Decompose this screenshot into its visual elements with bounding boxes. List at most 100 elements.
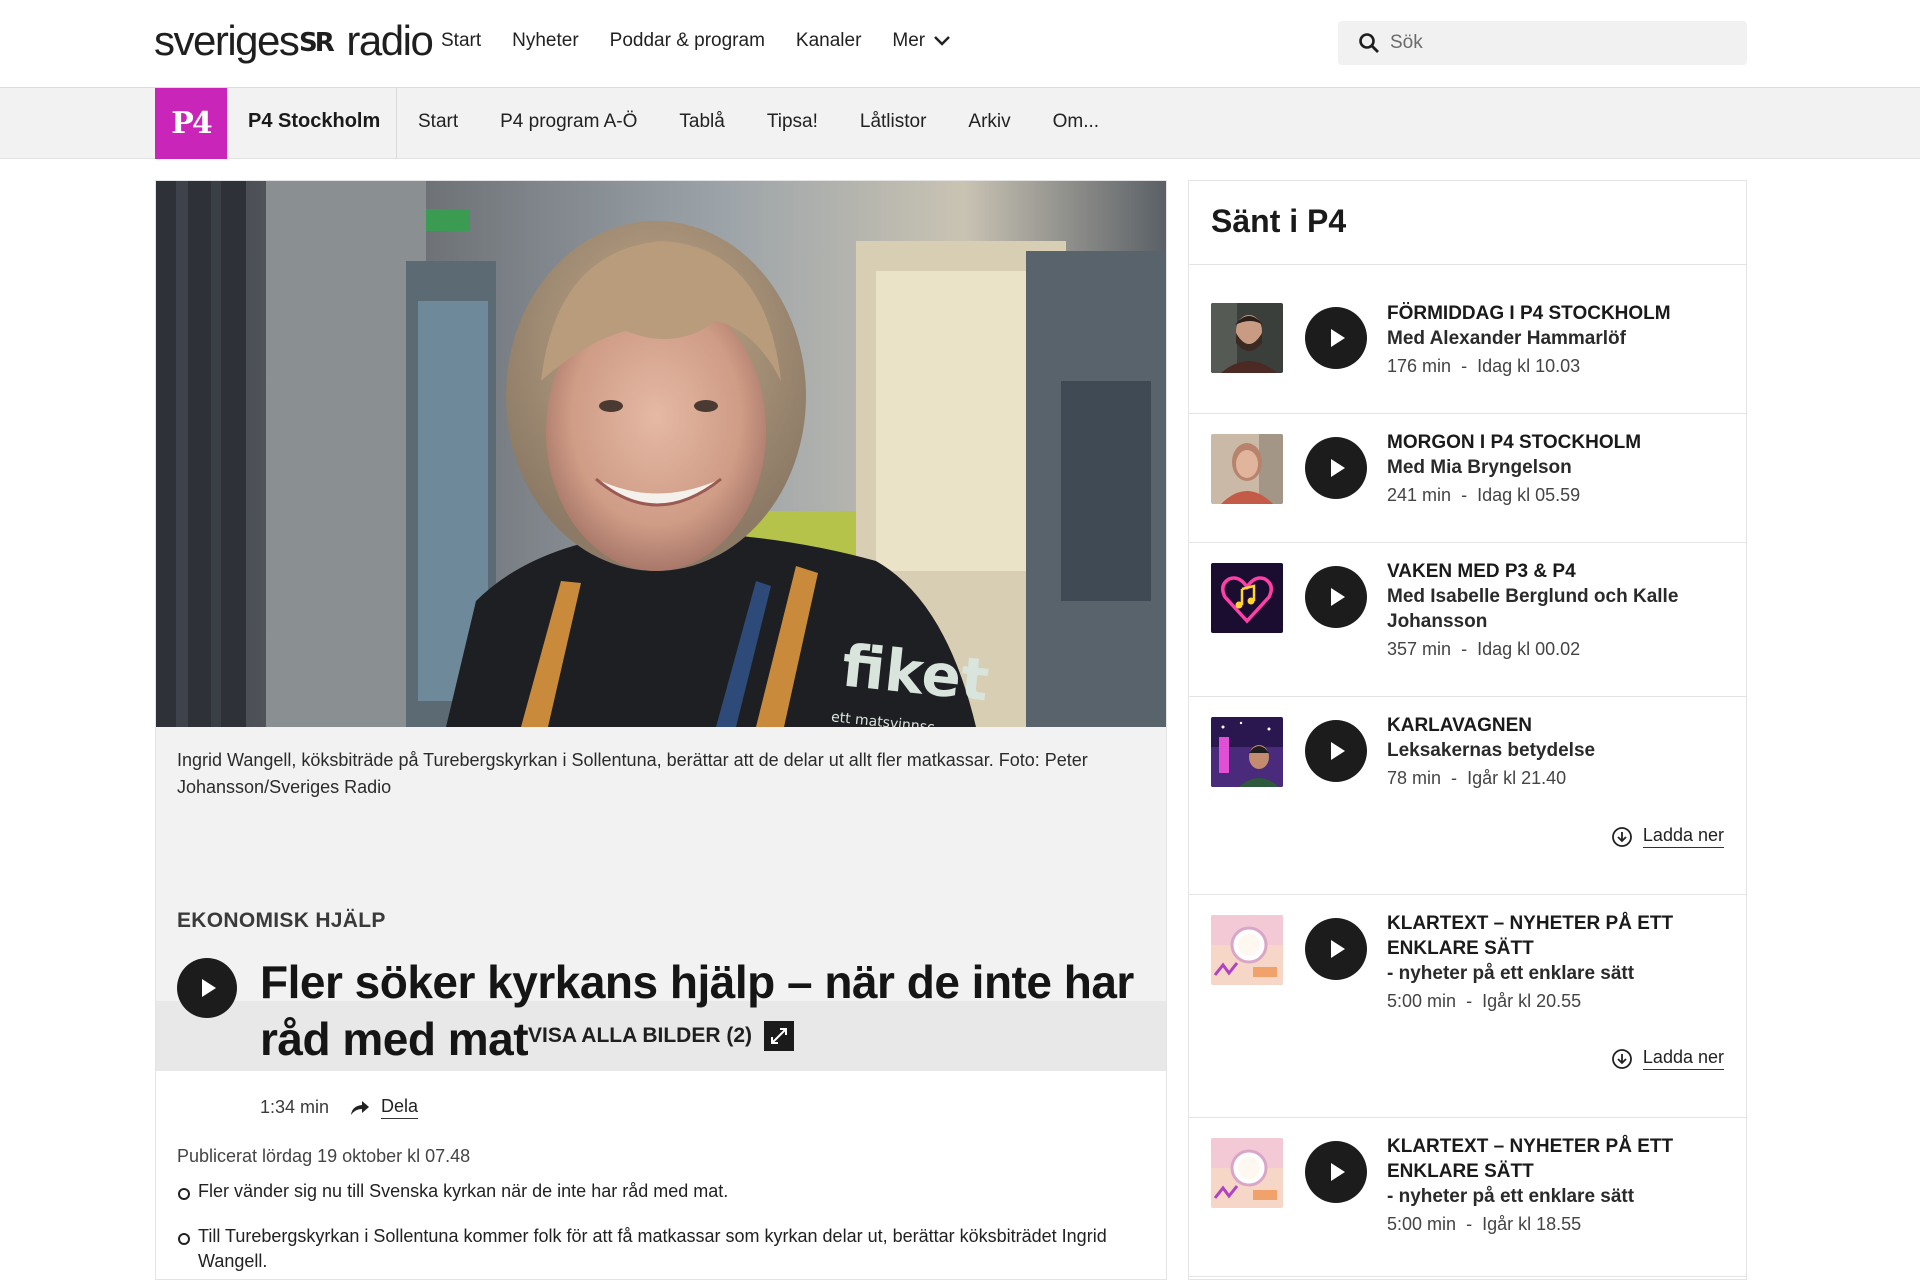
meta-separator: -: [1461, 485, 1468, 505]
episode-meta: 78 min - Igår kl 21.40: [1387, 765, 1727, 791]
channel-nav: Start P4 program A-Ö Tablå Tipsa! Låtlis…: [418, 111, 1141, 133]
episode-thumbnail[interactable]: [1211, 434, 1283, 504]
logo-text-left: sveriges: [154, 17, 300, 64]
nav-nyheter[interactable]: Nyheter: [512, 26, 579, 56]
article-section-label[interactable]: EKONOMISK HJÄLP: [177, 909, 386, 933]
channel-bar: P4 P4 Stockholm Start P4 program A-Ö Tab…: [0, 88, 1920, 159]
hero-image[interactable]: fiket ett matsvinnsc: [156, 181, 1166, 727]
episode-program[interactable]: FÖRMIDDAG I P4 STOCKHOLM: [1387, 301, 1727, 326]
share-button[interactable]: Dela: [349, 1096, 419, 1119]
episode-meta: 357 min - Idag kl 00.02: [1387, 636, 1727, 662]
divider: [1189, 1276, 1746, 1277]
episode-program[interactable]: MORGON I P4 STOCKHOLM: [1387, 430, 1727, 455]
article-meta: 1:34 min Dela: [260, 1096, 419, 1119]
play-icon: [202, 979, 216, 997]
play-icon: [1331, 1163, 1345, 1181]
channel-title[interactable]: P4 Stockholm: [248, 110, 380, 133]
channel-divider: [396, 88, 397, 159]
episode-duration: 78 min: [1387, 768, 1442, 788]
episode-thumbnail[interactable]: [1211, 915, 1283, 985]
list-item: Till Turebergskyrkan i Sollentuna kommer…: [177, 1224, 1137, 1274]
episode-time: Idag kl 10.03: [1477, 356, 1581, 376]
episode-text: KLARTEXT – NYHETER PÅ ETT ENKLARE SÄTT -…: [1387, 911, 1727, 1014]
meta-separator: -: [1451, 768, 1458, 788]
episode-item[interactable]: KARLAVAGNEN Leksakernas betydelse 78 min…: [1189, 697, 1746, 874]
episode-time: Igår kl 18.55: [1482, 1214, 1582, 1234]
play-button[interactable]: [1305, 566, 1367, 628]
episode-thumbnail[interactable]: [1211, 303, 1283, 373]
episode-subtitle: - nyheter på ett enklare sätt: [1387, 1186, 1635, 1207]
meta-separator: -: [1461, 639, 1468, 659]
nav-start[interactable]: Start: [441, 26, 481, 56]
channel-nav-start[interactable]: Start: [418, 111, 458, 133]
episode-thumbnail[interactable]: [1211, 563, 1283, 633]
episode-time: Idag kl 00.02: [1477, 639, 1581, 659]
nav-mer[interactable]: Mer: [892, 26, 951, 56]
episode-item[interactable]: KLARTEXT – NYHETER PÅ ETT ENKLARE SÄTT -…: [1189, 1118, 1746, 1278]
episode-text: KARLAVAGNEN Leksakernas betydelse 78 min…: [1387, 713, 1727, 791]
episode-time: Igår kl 21.40: [1467, 768, 1567, 788]
episode-thumbnail[interactable]: [1211, 717, 1283, 787]
episode-item[interactable]: KLARTEXT – NYHETER PÅ ETT ENKLARE SÄTT -…: [1189, 895, 1746, 1117]
sveriges-radio-logo[interactable]: sveriges SR radio: [154, 16, 434, 66]
play-icon: [1331, 940, 1345, 958]
episode-program[interactable]: KLARTEXT – NYHETER PÅ ETT ENKLARE SÄTT: [1387, 1134, 1727, 1184]
nav-poddar[interactable]: Poddar & program: [610, 26, 765, 56]
list-item: Fler vänder sig nu till Svenska kyrkan n…: [177, 1179, 1137, 1204]
episode-meta: 5:00 min - Igår kl 18.55: [1387, 1211, 1727, 1237]
channel-nav-om[interactable]: Om...: [1053, 111, 1099, 133]
search-icon: [1359, 33, 1379, 53]
meta-separator: -: [1466, 1214, 1473, 1234]
share-label: Dela: [381, 1096, 419, 1119]
episode-program[interactable]: KLARTEXT – NYHETER PÅ ETT ENKLARE SÄTT: [1387, 911, 1727, 961]
episode-subtitle: Leksakernas betydelse: [1387, 740, 1596, 761]
channel-nav-tabla[interactable]: Tablå: [679, 111, 724, 133]
article-play-button[interactable]: [177, 958, 237, 1018]
episode-subtitle: Med Mia Bryngelson: [1387, 457, 1572, 478]
play-button[interactable]: [1305, 720, 1367, 782]
audio-duration: 1:34 min: [260, 1097, 330, 1117]
article-card: fiket ett matsvinnsc Ingrid Wangell, kök…: [155, 180, 1167, 1280]
search-box[interactable]: [1338, 21, 1747, 65]
meta-separator: -: [1466, 991, 1473, 1011]
episode-duration: 5:00 min: [1387, 1214, 1457, 1234]
download-label: Ladda ner: [1642, 825, 1724, 848]
play-button[interactable]: [1305, 918, 1367, 980]
episode-thumbnail[interactable]: [1211, 1138, 1283, 1208]
channel-nav-program[interactable]: P4 program A-Ö: [500, 111, 637, 133]
episode-duration: 357 min: [1387, 639, 1452, 659]
episode-text: MORGON I P4 STOCKHOLM Med Mia Bryngelson…: [1387, 430, 1727, 508]
image-caption: Ingrid Wangell, köksbiträde på Turebergs…: [177, 750, 1088, 797]
play-button[interactable]: [1305, 307, 1367, 369]
episode-item[interactable]: VAKEN MED P3 & P4 Med Isabelle Berglund …: [1189, 543, 1746, 696]
nav-kanaler[interactable]: Kanaler: [796, 26, 862, 56]
channel-nav-tipsa[interactable]: Tipsa!: [767, 111, 818, 133]
channel-nav-arkiv[interactable]: Arkiv: [968, 111, 1010, 133]
svg-text:SR: SR: [299, 28, 335, 55]
episode-program[interactable]: KARLAVAGNEN: [1387, 713, 1727, 738]
episode-item[interactable]: MORGON I P4 STOCKHOLM Med Mia Bryngelson…: [1189, 414, 1746, 542]
episode-subtitle: - nyheter på ett enklare sätt: [1387, 963, 1635, 984]
episode-item[interactable]: FÖRMIDDAG I P4 STOCKHOLM Med Alexander H…: [1189, 265, 1746, 393]
p4-logo[interactable]: P4: [155, 88, 227, 159]
share-icon: [351, 1100, 370, 1115]
nav-mer-label: Mer: [892, 30, 926, 51]
site-header: sveriges SR radio Start Nyheter Poddar &…: [0, 0, 1920, 88]
download-button[interactable]: Ladda ner: [1611, 825, 1724, 848]
search-input[interactable]: [1390, 32, 1730, 54]
article-headline: Fler söker kyrkans hjälp – när de inte h…: [260, 956, 1134, 1065]
episode-duration: 241 min: [1387, 485, 1452, 505]
play-button[interactable]: [1305, 437, 1367, 499]
episode-time: Idag kl 05.59: [1477, 485, 1581, 505]
download-button[interactable]: Ladda ner: [1611, 1047, 1724, 1070]
episode-text: FÖRMIDDAG I P4 STOCKHOLM Med Alexander H…: [1387, 301, 1727, 379]
episode-program[interactable]: VAKEN MED P3 & P4: [1387, 559, 1727, 584]
download-icon: [1612, 1048, 1632, 1069]
play-button[interactable]: [1305, 1141, 1367, 1203]
episode-meta: 176 min - Idag kl 10.03: [1387, 353, 1727, 379]
episode-duration: 5:00 min: [1387, 991, 1457, 1011]
channel-nav-latlistor[interactable]: Låtlistor: [860, 111, 927, 133]
sent-in-p4-sidebar: Sänt i P4 FÖRMIDDAG I P4 STOCKHOLM Med A…: [1188, 180, 1747, 1280]
play-icon: [1331, 459, 1345, 477]
play-icon: [1331, 329, 1345, 347]
